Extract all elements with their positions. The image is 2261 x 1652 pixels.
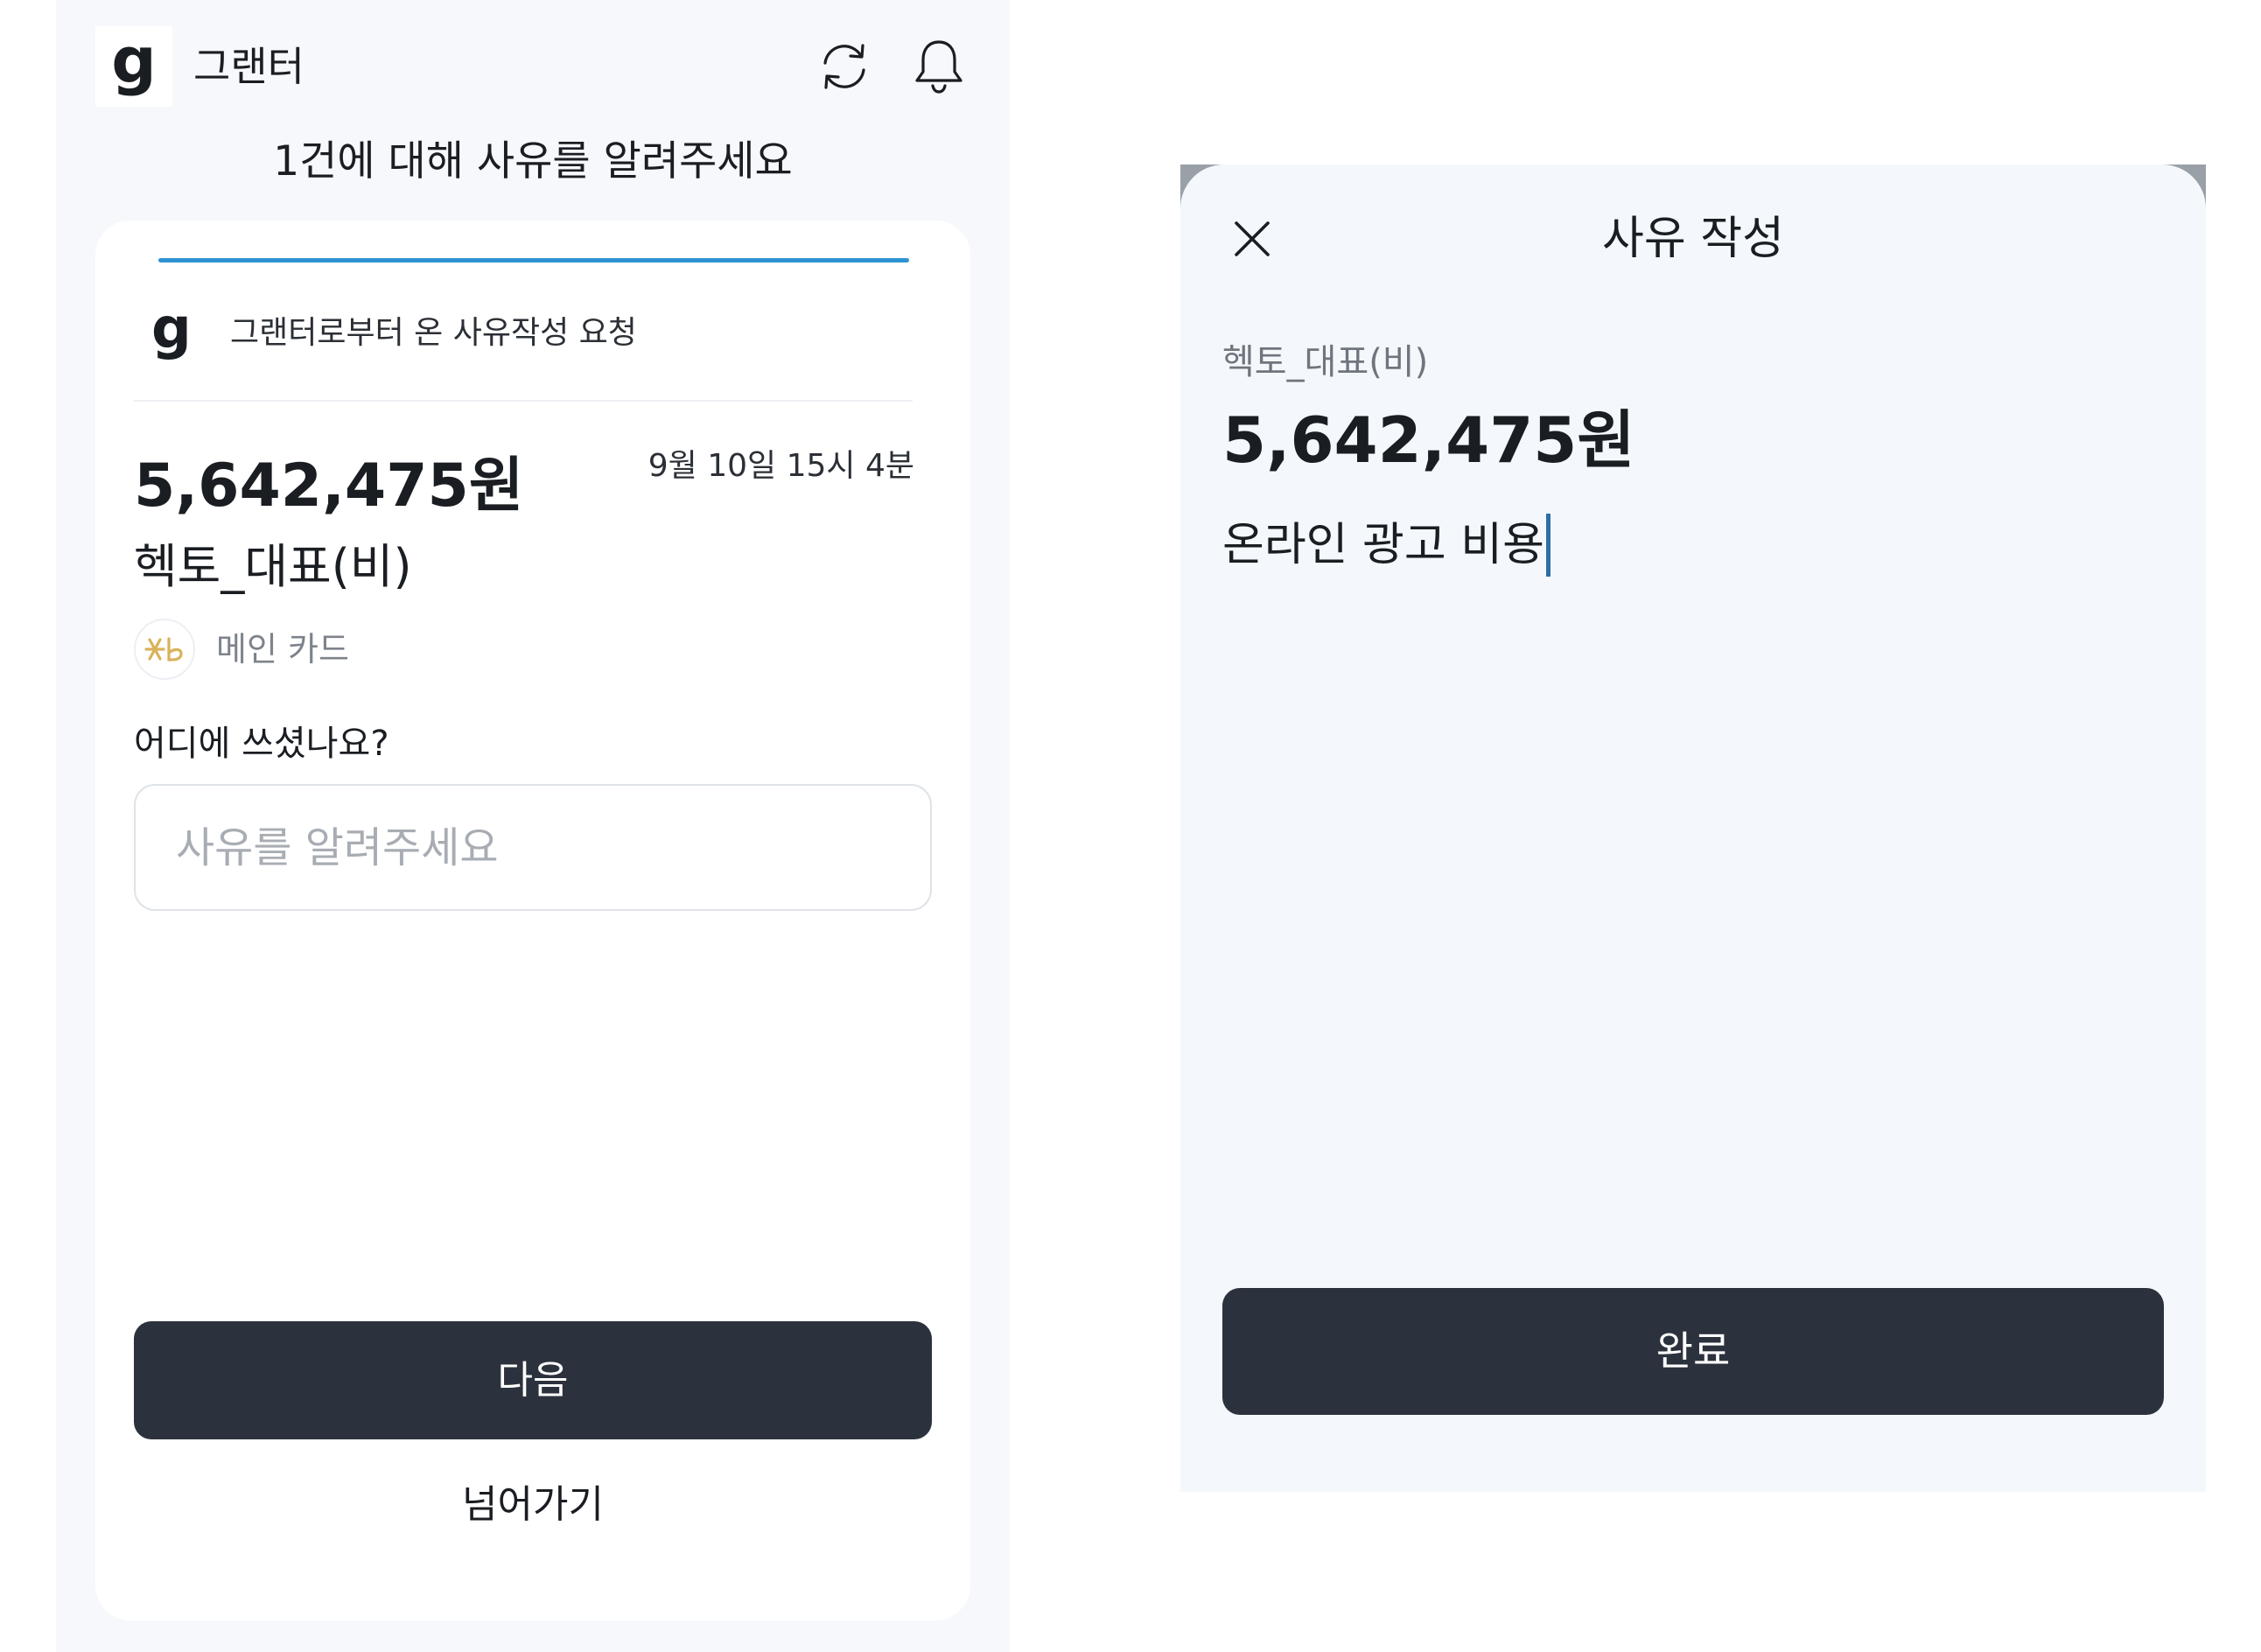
- request-source: g 그랜터로부터 온 사유작성 요청: [134, 297, 913, 369]
- notification-button[interactable]: [907, 35, 970, 98]
- reason-request-screen: g 그랜터 1건에 대해 사유를 알려주세요 g 그랜터로부터 온 사유작성 요…: [56, 0, 1010, 1652]
- done-button[interactable]: 완료: [1222, 1288, 2164, 1415]
- refresh-button[interactable]: [813, 35, 876, 98]
- bell-icon: [915, 40, 962, 94]
- text-cursor: [1545, 514, 1550, 577]
- progress-bar: [158, 258, 909, 262]
- card-name: 메인 카드: [216, 630, 349, 668]
- reason-request-card: g 그랜터로부터 온 사유작성 요청 5,642,475원 9월 10일 15시…: [95, 220, 970, 1620]
- app-header: g 그랜터: [95, 26, 970, 107]
- kb-card-logo-icon: [144, 637, 183, 662]
- reason-question-label: 어디에 쓰셨나요?: [134, 724, 389, 764]
- card-issuer-logo: [134, 619, 195, 680]
- reason-input[interactable]: [134, 784, 932, 911]
- page-title: 1건에 대해 사유를 알려주세요: [273, 137, 793, 186]
- reason-text-field[interactable]: 온라인 광고 비용: [1222, 510, 1550, 580]
- request-source-text: 그랜터로부터 온 사유작성 요청: [230, 315, 637, 351]
- transaction-amount: 5,642,475원: [134, 452, 524, 521]
- sheet-title: 사유 작성: [1602, 213, 1784, 265]
- transaction-amount: 5,642,475원: [1222, 403, 1635, 477]
- app-logo: g: [95, 26, 172, 107]
- merchant-name: 헥토_대표(비): [1222, 342, 1429, 382]
- next-button[interactable]: 다음: [134, 1321, 932, 1439]
- progress-bar-fill: [158, 258, 909, 262]
- granter-logo-icon: g: [111, 24, 157, 97]
- transaction-datetime: 9월 10일 15시 4분: [648, 448, 914, 484]
- divider: [134, 400, 913, 402]
- skip-button[interactable]: 넘어가기: [95, 1480, 970, 1530]
- granter-logo-icon: g: [151, 297, 192, 361]
- app-name: 그랜터: [193, 43, 304, 90]
- merchant-name: 헥토_대표(비): [134, 539, 412, 594]
- reason-write-sheet: 사유 작성 헥토_대표(비) 5,642,475원 온라인 광고 비용 완료: [1180, 164, 2206, 1492]
- refresh-icon: [823, 44, 865, 89]
- reason-write-screen: 사유 작성 헥토_대표(비) 5,642,475원 온라인 광고 비용 완료: [1180, 164, 2206, 1492]
- reason-text-value: 온라인 광고 비용: [1222, 519, 1544, 571]
